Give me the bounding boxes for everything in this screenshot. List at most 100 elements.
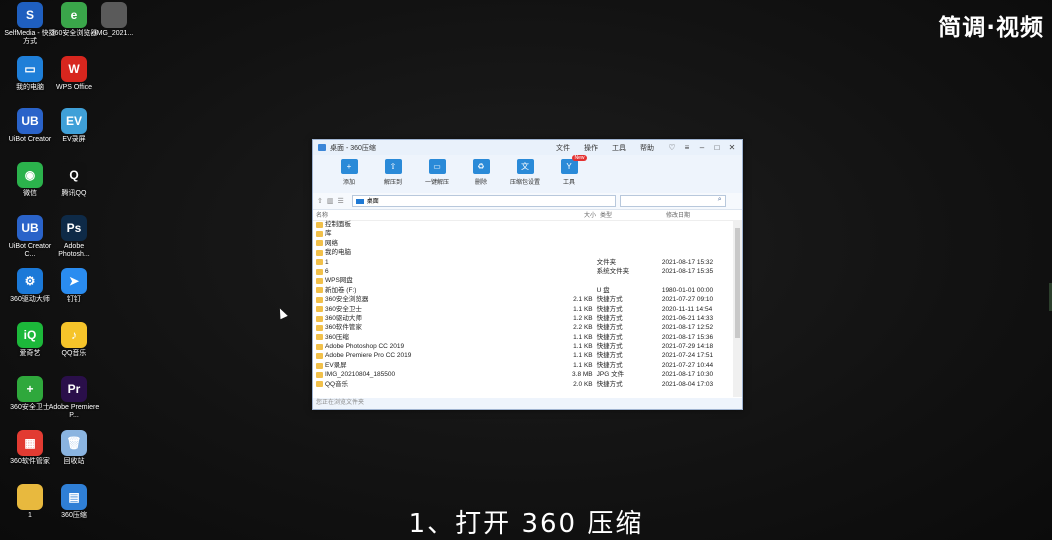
path-input[interactable]: 桌面 [351, 195, 616, 207]
menu-icon[interactable]: ≡ [683, 143, 691, 152]
column-size[interactable]: 大小 [560, 210, 596, 220]
file-name: 360驱动大师 [313, 314, 557, 323]
file-size: 2.1 KB [573, 296, 593, 304]
file-name: 新加卷 (F:) [313, 286, 557, 295]
maximize-icon[interactable]: □ [713, 143, 721, 152]
menu-item[interactable]: 文件 [556, 145, 570, 152]
file-name: EV录屏 [313, 361, 557, 370]
minimize-icon[interactable]: – [698, 143, 706, 152]
file-name: 网络 [313, 239, 557, 248]
file-row[interactable]: Adobe Photoshop CC 2019 1.1 KB 快捷方式 2021-07… [313, 342, 731, 351]
toolbar-label: 添加 [342, 180, 355, 186]
recycle-bin-icon: 🗑 [61, 430, 87, 456]
file-size [557, 229, 593, 238]
desktop-icon[interactable]: EV EV录屏 [48, 108, 100, 144]
scrollbar-thumb[interactable] [735, 228, 740, 338]
file-type [593, 229, 662, 238]
toolbar-label: 工具 [562, 180, 575, 186]
file-row[interactable]: 库 [313, 229, 731, 238]
file-date: 2021-08-17 12:52 [661, 324, 714, 332]
file-row[interactable]: 360压缩 1.1 KB 快捷方式 2021-08-17 15:36 [313, 333, 731, 342]
file-name: 360压缩 [313, 333, 557, 342]
skin-icon[interactable]: ♡ [668, 143, 676, 152]
file-icon [316, 278, 323, 285]
file-icon [316, 268, 323, 275]
desktop-icon[interactable]: ➤ 钉钉 [48, 268, 100, 304]
tools-icon: Y New [560, 155, 587, 174]
file-icon [316, 231, 323, 238]
column-type[interactable]: 类型 [596, 210, 666, 220]
file-name: Adobe Photoshop CC 2019 [313, 342, 557, 351]
file-type [593, 248, 662, 257]
toolbar-button[interactable]: 文压缩包设置 [503, 155, 547, 193]
file-name: 360安全卫士 [313, 305, 557, 314]
file-row[interactable]: 新加卷 (F:) U 盘 1980-01-01 00:00 [313, 286, 731, 295]
file-name: 1 [313, 258, 557, 267]
file-row[interactable]: 360安全浏览器 2.1 KB 快捷方式 2021-07-27 09:10 [313, 295, 731, 304]
dingtalk-icon: ➤ [61, 268, 87, 294]
software-manager-icon: ▦ [17, 430, 43, 456]
file-row[interactable]: 6 系统文件夹 2021-08-17 15:35 [313, 267, 731, 276]
search-icon[interactable]: ⌕ [718, 196, 722, 204]
file-row[interactable]: 控制面板 [313, 220, 731, 229]
desktop-icon[interactable]: ♪ QQ音乐 [48, 322, 100, 358]
photoshop-icon: Ps [61, 215, 87, 241]
file-row[interactable]: 我的电脑 [313, 248, 731, 257]
desktop-icon-label: EV录屏 [62, 136, 86, 143]
toolbar-label: 压缩包设置 [509, 180, 540, 186]
toolbar-button[interactable]: Y New 工具 [547, 155, 591, 193]
file-row[interactable]: 360驱动大师 1.2 KB 快捷方式 2021-06-21 14:33 [313, 314, 731, 323]
desktop-icon[interactable]: W WPS Office [48, 56, 100, 92]
menu-item[interactable]: 工具 [612, 145, 626, 152]
file-size: 1.1 KB [573, 333, 593, 341]
file-size: 1.1 KB [573, 305, 593, 313]
desktop-icon-label: Adobe Premiere P... [48, 404, 100, 419]
nav-icons[interactable]: ⇧▥☰ [317, 197, 348, 205]
file-icon [316, 221, 323, 228]
scrollbar[interactable] [733, 220, 742, 397]
desktop-icon[interactable]: Pr Adobe Premiere P... [48, 376, 100, 420]
file-row[interactable]: QQ音乐 2.0 KB 快捷方式 2021-08-04 17:03 [313, 380, 731, 389]
file-size: 1.2 KB [573, 314, 593, 322]
column-date[interactable]: 修改日期 [666, 210, 736, 220]
menu-item[interactable]: 帮助 [640, 145, 654, 152]
one-click-extract-icon: ▭ [428, 159, 446, 174]
menu-item[interactable]: 操作 [584, 145, 598, 152]
file-row[interactable]: IMG_20210804_185500 3.8 MB JPG 文件 2021-08-1… [313, 370, 731, 379]
computer-icon: ▭ [17, 56, 43, 82]
toolbar-button[interactable]: + 添加 [327, 155, 371, 193]
desktop-icon-label: QQ音乐 [61, 350, 87, 357]
desktop-icon[interactable]: Q 腾讯QQ [48, 162, 100, 198]
title-bar[interactable]: 桌面 - 360压缩 文件 操作 工具 帮助 ♡ ≡ – □ ✕ [313, 140, 742, 155]
file-name: 6 [313, 267, 557, 276]
file-row[interactable]: 360安全卫士 1.1 KB 快捷方式 2020-11-11 14:54 [313, 305, 731, 314]
search-input[interactable]: ⌕ [619, 195, 726, 207]
desktop-icon[interactable]: Ps Adobe Photosh... [48, 215, 100, 259]
file-row[interactable]: Adobe Premiere Pro CC 2019 1.1 KB 快捷方式 2021… [313, 351, 731, 360]
add-icon: + [340, 159, 358, 174]
toolbar-button[interactable]: ♻ 删除 [459, 155, 503, 193]
file-name: WPS网盘 [313, 276, 557, 285]
close-icon[interactable]: ✕ [728, 143, 736, 152]
file-date: 2021-07-27 09:10 [661, 296, 714, 304]
file-row[interactable]: EV录屏 1.1 KB 快捷方式 2021-07-27 10:44 [313, 361, 731, 370]
file-row[interactable]: 1 文件夹 2021-08-17 15:32 [313, 258, 731, 267]
file-row[interactable]: 360软件管家 2.2 KB 快捷方式 2021-08-17 12:52 [313, 323, 731, 332]
uibot-icon: UB [17, 108, 43, 134]
file-row[interactable]: 网络 [313, 239, 731, 248]
file-date: 2021-07-29 14:18 [661, 343, 714, 351]
desktop-icon-label: 回收站 [63, 458, 85, 465]
desktop-icon-label: 腾讯QQ [61, 190, 87, 197]
file-icon [316, 381, 323, 388]
file-row[interactable]: WPS网盘 [313, 276, 731, 285]
toolbar-button[interactable]: ⇧ 解压到 [371, 155, 415, 193]
toolbar-button[interactable]: ▭ 一键解压 [415, 155, 459, 193]
column-name[interactable]: 名称 [313, 210, 560, 220]
compress-window[interactable]: 桌面 - 360压缩 文件 操作 工具 帮助 ♡ ≡ – □ ✕ + 添加 ⇧ 解压到 ▭ 一键… [312, 139, 743, 410]
file-type: 快捷方式 [596, 296, 623, 304]
address-bar: ⇧▥☰ 桌面 ▼ ⌕ [313, 193, 742, 210]
subtitle: 1、打开 360 压缩 [408, 509, 644, 539]
desktop-icon[interactable]: IMG_2021... [88, 2, 140, 38]
file-icon [316, 324, 323, 331]
desktop-icon[interactable]: 🗑 回收站 [48, 430, 100, 466]
